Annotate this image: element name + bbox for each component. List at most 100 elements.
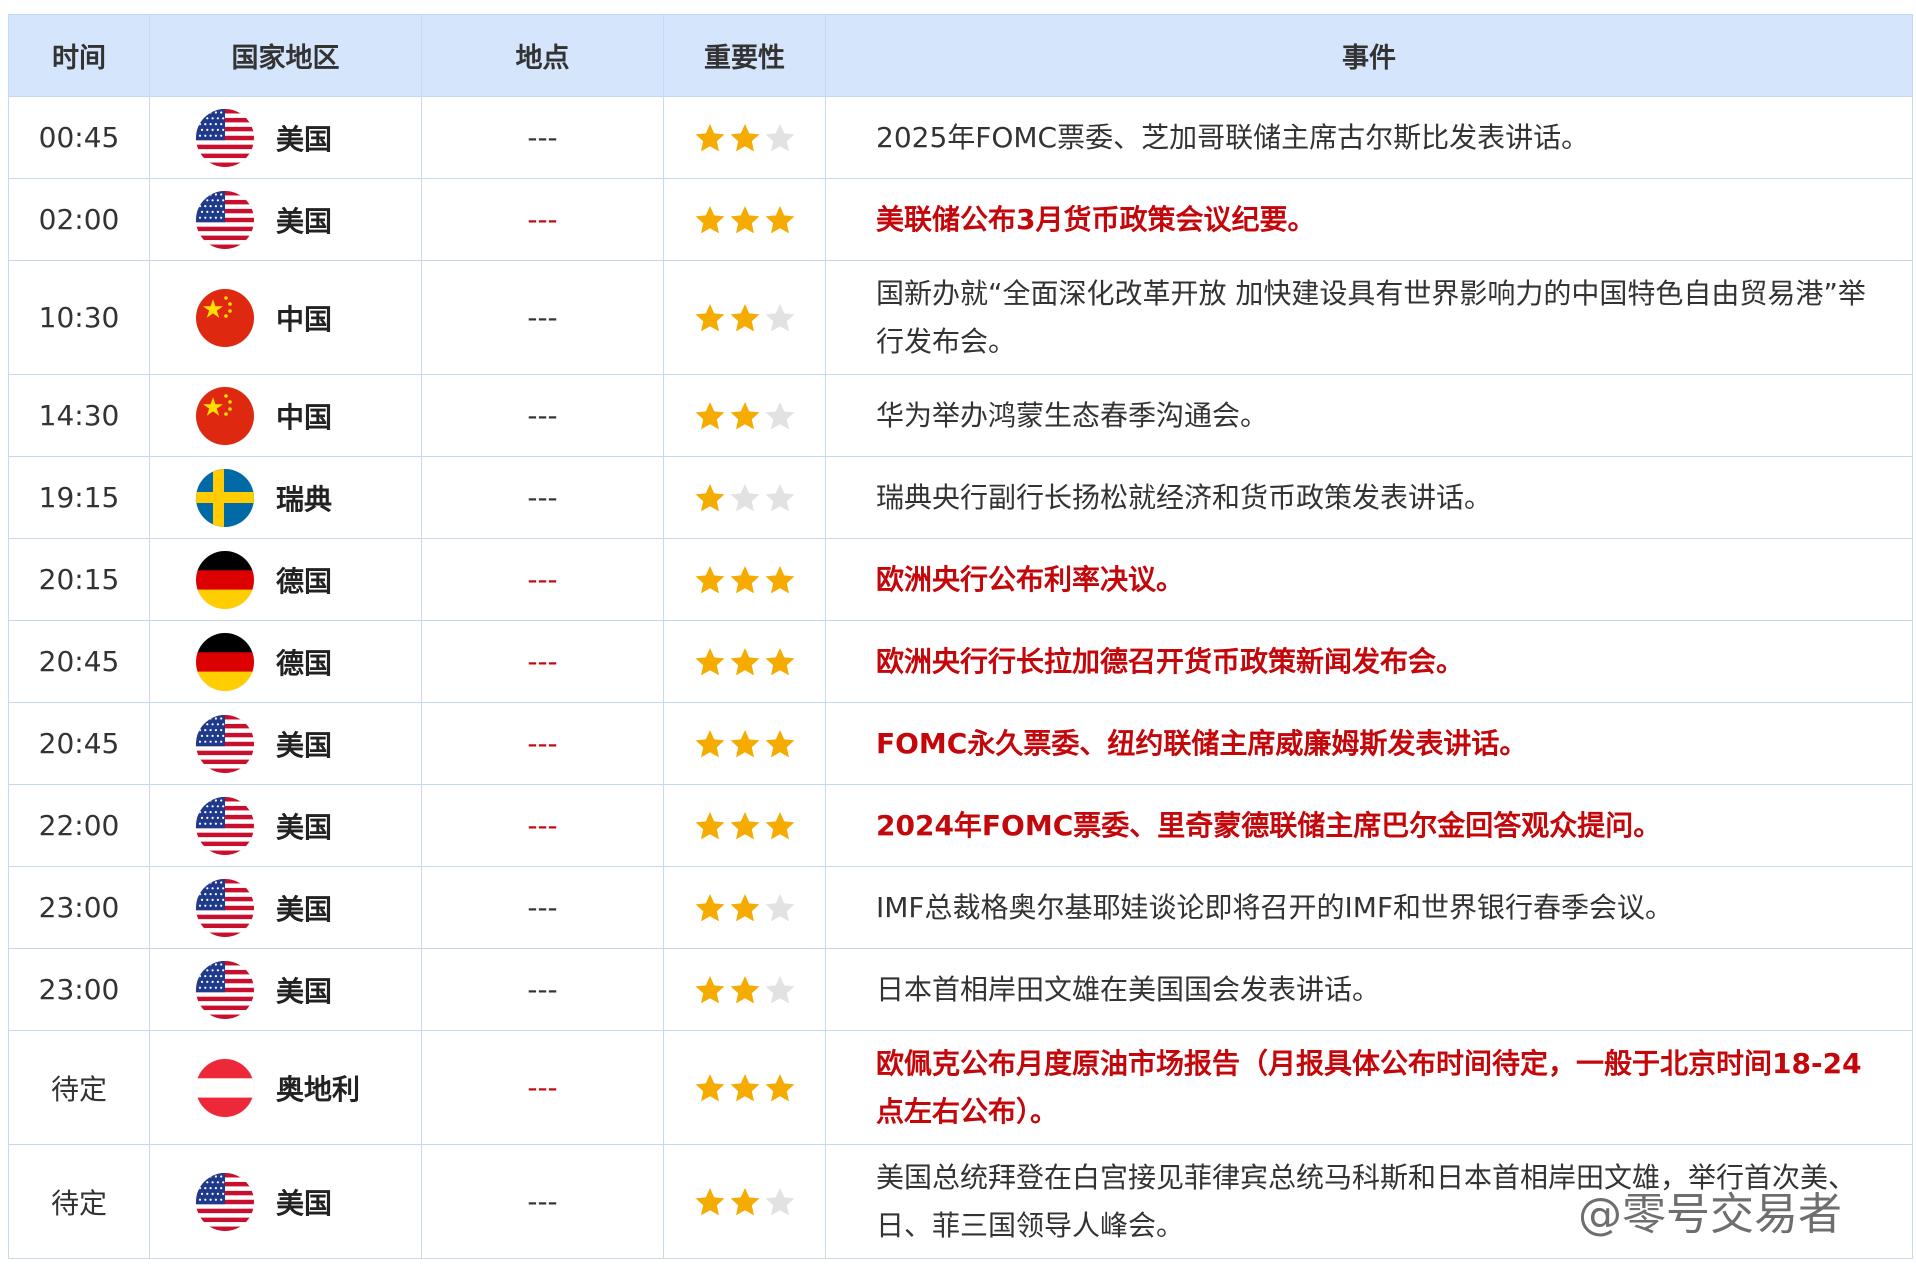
event-place: ---	[421, 1030, 664, 1145]
star-filled-icon	[695, 205, 725, 233]
star-empty-icon	[765, 893, 795, 921]
table-row: 20:45 德国 --- 欧洲央行行长拉加德召开货币政策新闻发布会。	[8, 620, 1913, 703]
importance-stars	[694, 810, 825, 842]
event-description: 欧洲央行行长拉加德召开货币政策新闻发布会。	[825, 620, 1913, 703]
event-description: 美联储公布3月货币政策会议纪要。	[825, 178, 1913, 261]
star-filled-icon	[730, 565, 760, 593]
table-row: 22:00 美国 --- 2024年FOMC票委、里奇蒙德联储主席巴尔金回答观众提问。	[8, 784, 1913, 867]
event-importance	[663, 538, 826, 621]
column-header-place: 地点	[421, 14, 664, 97]
table-row: 10:30 中国 --- 国新办就“全面深化改革开放 加快建设具有世界影响力的中国特色…	[8, 260, 1913, 375]
event-country-cell: 德国	[149, 620, 422, 703]
event-country-name: 德国	[276, 646, 333, 680]
event-time: 23:00	[8, 948, 150, 1031]
importance-stars	[694, 1072, 825, 1104]
event-place: ---	[421, 96, 664, 179]
event-country-cell: 美国	[149, 866, 422, 949]
event-country-cell: 德国	[149, 538, 422, 621]
event-time: 10:30	[8, 260, 150, 375]
star-filled-icon	[730, 303, 760, 331]
column-header-event: 事件	[825, 14, 1913, 97]
event-description: 欧洲央行公布利率决议。	[825, 538, 1913, 621]
event-country-cell: 美国	[149, 178, 422, 261]
star-filled-icon	[730, 811, 760, 839]
event-importance	[663, 260, 826, 375]
table-row: 23:00 美国 --- 日本首相岸田文雄在美国国会发表讲话。	[8, 948, 1913, 1031]
star-filled-icon	[695, 893, 725, 921]
event-time: 20:45	[8, 702, 150, 785]
china-flag-icon	[196, 288, 254, 347]
importance-stars	[694, 122, 825, 154]
event-time: 00:45	[8, 96, 150, 179]
event-importance	[663, 178, 826, 261]
austria-flag-icon	[196, 1058, 254, 1117]
event-place: ---	[421, 456, 664, 539]
event-importance	[663, 702, 826, 785]
event-importance	[663, 620, 826, 703]
us-flag-icon	[196, 878, 254, 937]
event-place: ---	[421, 784, 664, 867]
importance-stars	[694, 400, 825, 432]
event-importance	[663, 1030, 826, 1145]
star-empty-icon	[730, 483, 760, 511]
star-filled-icon	[765, 647, 795, 675]
importance-stars	[694, 728, 825, 760]
table-row: 19:15 瑞典 --- 瑞典央行副行长扬松就经济和货币政策发表讲话。	[8, 456, 1913, 539]
star-filled-icon	[695, 483, 725, 511]
star-empty-icon	[765, 975, 795, 1003]
star-filled-icon	[695, 401, 725, 429]
event-time: 02:00	[8, 178, 150, 261]
star-filled-icon	[695, 1073, 725, 1101]
event-description: 欧佩克公布月度原油市场报告（月报具体公布时间待定，一般于北京时间18-24点左右…	[825, 1030, 1913, 1145]
star-filled-icon	[695, 647, 725, 675]
calendar-page: 时间 国家地区 地点 重要性 事件 00:45 美国 --- 2025年FOMC票委、…	[0, 0, 1916, 1268]
china-flag-icon	[196, 386, 254, 445]
us-flag-icon	[196, 1172, 254, 1231]
star-filled-icon	[765, 811, 795, 839]
star-filled-icon	[730, 123, 760, 151]
event-time: 20:45	[8, 620, 150, 703]
star-filled-icon	[695, 811, 725, 839]
star-filled-icon	[730, 975, 760, 1003]
event-country-cell: 美国	[149, 948, 422, 1031]
germany-flag-icon	[196, 632, 254, 691]
star-filled-icon	[695, 303, 725, 331]
importance-stars	[694, 1186, 825, 1218]
us-flag-icon	[196, 108, 254, 167]
event-time: 待定	[8, 1144, 150, 1259]
sweden-flag-icon	[196, 468, 254, 527]
us-flag-icon	[196, 960, 254, 1019]
event-description: 2024年FOMC票委、里奇蒙德联储主席巴尔金回答观众提问。	[825, 784, 1913, 867]
event-place: ---	[421, 178, 664, 261]
watermark-text: @零号交易者	[1578, 1189, 1842, 1240]
importance-stars	[694, 974, 825, 1006]
event-description: 2025年FOMC票委、芝加哥联储主席古尔斯比发表讲话。	[825, 96, 1913, 179]
star-filled-icon	[695, 123, 725, 151]
event-place: ---	[421, 538, 664, 621]
event-description: FOMC永久票委、纽约联储主席威廉姆斯发表讲话。	[825, 702, 1913, 785]
star-filled-icon	[695, 565, 725, 593]
table-row: 20:45 美国 --- FOMC永久票委、纽约联储主席威廉姆斯发表讲话。	[8, 702, 1913, 785]
event-country-name: 美国	[276, 204, 333, 238]
event-importance	[663, 866, 826, 949]
event-country-cell: 美国	[149, 784, 422, 867]
event-description: IMF总裁格奥尔基耶娃谈论即将召开的IMF和世界银行春季会议。	[825, 866, 1913, 949]
event-place: ---	[421, 1144, 664, 1259]
table-row: 待定 奥地利 --- 欧佩克公布月度原油市场报告（月报具体公布时间待定，一般于北京时间…	[8, 1030, 1913, 1145]
star-filled-icon	[730, 1073, 760, 1101]
event-country-name: 德国	[276, 564, 333, 598]
event-description: 日本首相岸田文雄在美国国会发表讲话。	[825, 948, 1913, 1031]
us-flag-icon	[196, 714, 254, 773]
event-country-cell: 中国	[149, 374, 422, 457]
event-time: 20:15	[8, 538, 150, 621]
us-flag-icon	[196, 796, 254, 855]
importance-stars	[694, 482, 825, 514]
event-country-cell: 奥地利	[149, 1030, 422, 1145]
event-time: 14:30	[8, 374, 150, 457]
event-importance	[663, 784, 826, 867]
star-filled-icon	[765, 729, 795, 757]
star-filled-icon	[730, 1187, 760, 1215]
star-filled-icon	[730, 205, 760, 233]
event-importance	[663, 948, 826, 1031]
event-description: 国新办就“全面深化改革开放 加快建设具有世界影响力的中国特色自由贸易港”举行发布…	[825, 260, 1913, 375]
